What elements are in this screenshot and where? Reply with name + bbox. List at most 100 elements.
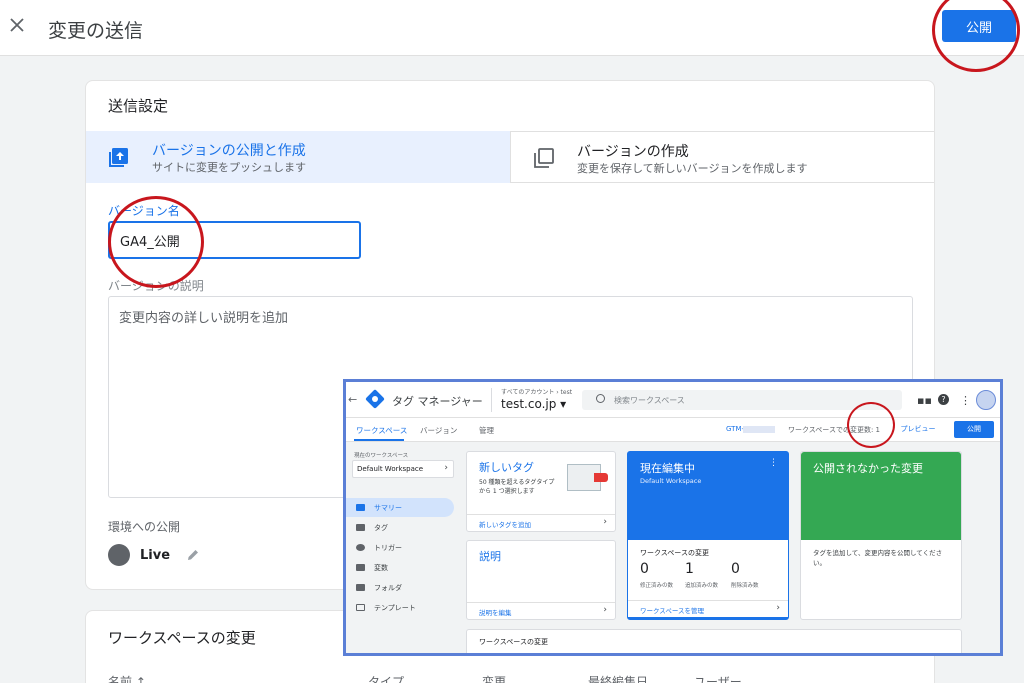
annotation-circle-changes-count — [847, 402, 895, 448]
modified-label: 修正済みの数 — [640, 583, 674, 589]
inset-tab-workspace[interactable]: ワークスペース — [356, 425, 407, 436]
apps-grid-icon[interactable]: ▪▪ — [917, 394, 932, 407]
inset-nav-templates[interactable]: テンプレート — [346, 598, 454, 617]
search-icon — [596, 394, 605, 403]
edit-description-link[interactable]: 説明を編集 — [479, 607, 512, 617]
workspace-selector[interactable]: Default Workspace › — [352, 460, 454, 478]
annotation-circle-version-name — [108, 196, 204, 288]
nav-label: タグ — [374, 524, 388, 532]
trigger-icon — [356, 544, 365, 551]
option-title: バージョンの公開と作成 — [152, 143, 306, 159]
added-count: 1 — [685, 561, 694, 577]
environment-name: Live — [140, 547, 171, 563]
unpublished-changes-card: 公開されなかった変更 タグを追加して、変更内容を公開してください。 — [800, 451, 962, 620]
new-tag-card[interactable]: 新しいタグ 50 種類を超えるタグタイプから 1 つ選択します 新しいタグを追加… — [466, 451, 616, 532]
workspace-changes-subtitle: ワークスペースの変更 — [640, 549, 709, 557]
inset-tab-bar: ワークスペース バージョン 管理 GTM- ワークスペースでの変更数: 1 プレ… — [346, 418, 1000, 442]
unpublished-title: 公開されなかった変更 — [813, 462, 923, 475]
template-icon — [356, 604, 365, 611]
option-publish-and-create[interactable]: バージョンの公開と作成 サイトに変更をプッシュします — [86, 131, 510, 183]
inset-app-title: タグ マネージャー — [392, 395, 483, 408]
add-new-tag-link[interactable]: 新しいタグを追加 — [479, 519, 531, 529]
workspace-changes-summary: ワークスペースの変更 0 1 0 修正済みの数 追加済みの数 削除済み数 ワーク… — [628, 540, 788, 617]
deleted-label: 削除済み数 — [731, 583, 759, 589]
description-title: 説明 — [479, 550, 501, 563]
close-icon[interactable] — [6, 14, 28, 36]
column-header-type: タイプ — [368, 675, 405, 683]
inset-workspace-changes-card: ワークスペースの変更 — [466, 629, 962, 653]
environment-label: 環境への公開 — [108, 520, 181, 534]
top-bar: 変更の送信 公開 — [0, 0, 1024, 56]
tag-manager-logo-icon — [365, 389, 385, 409]
chevron-right-icon: › — [444, 463, 448, 473]
tag-icon — [356, 524, 365, 531]
option-create-version[interactable]: バージョンの作成 変更を保存して新しいバージョンを作成します — [510, 131, 934, 183]
option-subtitle: サイトに変更をプッシュします — [152, 161, 306, 174]
inset-preview-button[interactable]: プレビュー — [893, 421, 943, 438]
added-label: 追加済みの数 — [685, 583, 719, 589]
currently-editing-card: 現在編集中 Default Workspace ⋮ ワークスペースの変更 0 1… — [627, 451, 789, 620]
new-tag-description: 50 種類を超えるタグタイプから 1 つ選択します — [479, 479, 555, 495]
inset-tab-versions[interactable]: バージョン — [420, 425, 457, 436]
workspace-changes-title: ワークスペースの変更 — [108, 629, 256, 647]
workspace-caption: 現在のワークスペース — [354, 453, 409, 459]
inset-nav-variables[interactable]: 変数 — [346, 558, 454, 577]
summary-icon — [356, 504, 365, 511]
folder-icon — [356, 584, 365, 591]
container-id-redacted — [743, 426, 775, 433]
inset-nav-summary[interactable]: サマリー — [346, 498, 454, 517]
variable-icon — [356, 564, 365, 571]
description-card[interactable]: 説明 説明を編集 › — [466, 540, 616, 620]
avatar[interactable] — [976, 390, 996, 410]
column-header-last-edited: 最終編集日 — [588, 675, 649, 683]
inset-nav-triggers[interactable]: トリガー — [346, 538, 454, 557]
inset-submit-button[interactable]: 公開 — [954, 421, 994, 438]
option-subtitle: 変更を保存して新しいバージョンを作成します — [577, 162, 808, 175]
settings-title: 送信設定 — [108, 97, 169, 115]
copy-icon — [534, 148, 554, 168]
inset-sidebar: 現在のワークスペース Default Workspace › サマリー タグ ト… — [346, 443, 460, 653]
divider — [491, 388, 492, 412]
more-vert-icon[interactable]: ⋮ — [769, 458, 778, 468]
back-arrow-icon[interactable]: ← — [348, 393, 357, 406]
manage-workspace-footer[interactable]: ワークスペースを管理 › — [628, 600, 788, 617]
nav-label: フォルダ — [374, 584, 402, 592]
currently-editing-title: 現在編集中 — [640, 462, 695, 475]
tag-illustration-icon — [567, 464, 608, 491]
inset-header: ← タグ マネージャー すべてのアカウント › test test.co.jp … — [346, 382, 1000, 418]
chevron-right-icon: › — [776, 603, 780, 613]
help-icon[interactable]: ? — [938, 394, 949, 405]
description-footer[interactable]: 説明を編集 › — [467, 602, 615, 619]
publish-upload-icon — [109, 148, 128, 167]
column-header-change: 変更 — [482, 675, 507, 683]
inset-account-selector[interactable]: test.co.jp ▾ — [501, 397, 566, 411]
currently-editing-workspace: Default Workspace — [640, 477, 702, 485]
inset-nav-folders[interactable]: フォルダ — [346, 578, 454, 597]
page-title: 変更の送信 — [48, 20, 144, 42]
modified-count: 0 — [640, 561, 649, 577]
manage-workspace-link[interactable]: ワークスペースを管理 — [640, 605, 704, 615]
nav-label: トリガー — [374, 544, 402, 552]
inset-nav-tags[interactable]: タグ — [346, 518, 454, 537]
more-vert-icon[interactable]: ⋮ — [960, 394, 971, 407]
globe-icon — [108, 544, 130, 566]
inset-tab-admin[interactable]: 管理 — [479, 425, 494, 436]
deleted-count: 0 — [731, 561, 740, 577]
column-header-user: ユーザー — [694, 675, 742, 683]
nav-label: 変数 — [374, 564, 388, 572]
option-title: バージョンの作成 — [577, 144, 689, 160]
inset-container-id: GTM- — [726, 425, 745, 433]
edit-pencil-icon[interactable] — [186, 548, 200, 562]
column-header-name[interactable]: 名前 ↑ — [108, 673, 146, 683]
inset-breadcrumb[interactable]: すべてのアカウント › test — [501, 387, 572, 396]
active-tab-indicator — [354, 439, 404, 441]
chevron-right-icon: › — [603, 517, 607, 527]
new-tag-footer[interactable]: 新しいタグを追加 › — [467, 514, 615, 531]
nav-label: テンプレート — [374, 604, 416, 612]
chevron-right-icon: › — [603, 605, 607, 615]
nav-label: サマリー — [374, 504, 402, 512]
annotation-circle-publish — [932, 0, 1020, 72]
inset-workspace-changes-title: ワークスペースの変更 — [479, 638, 548, 646]
new-tag-title: 新しいタグ — [479, 461, 534, 474]
inset-screenshot: ← タグ マネージャー すべてのアカウント › test test.co.jp … — [343, 379, 1003, 656]
